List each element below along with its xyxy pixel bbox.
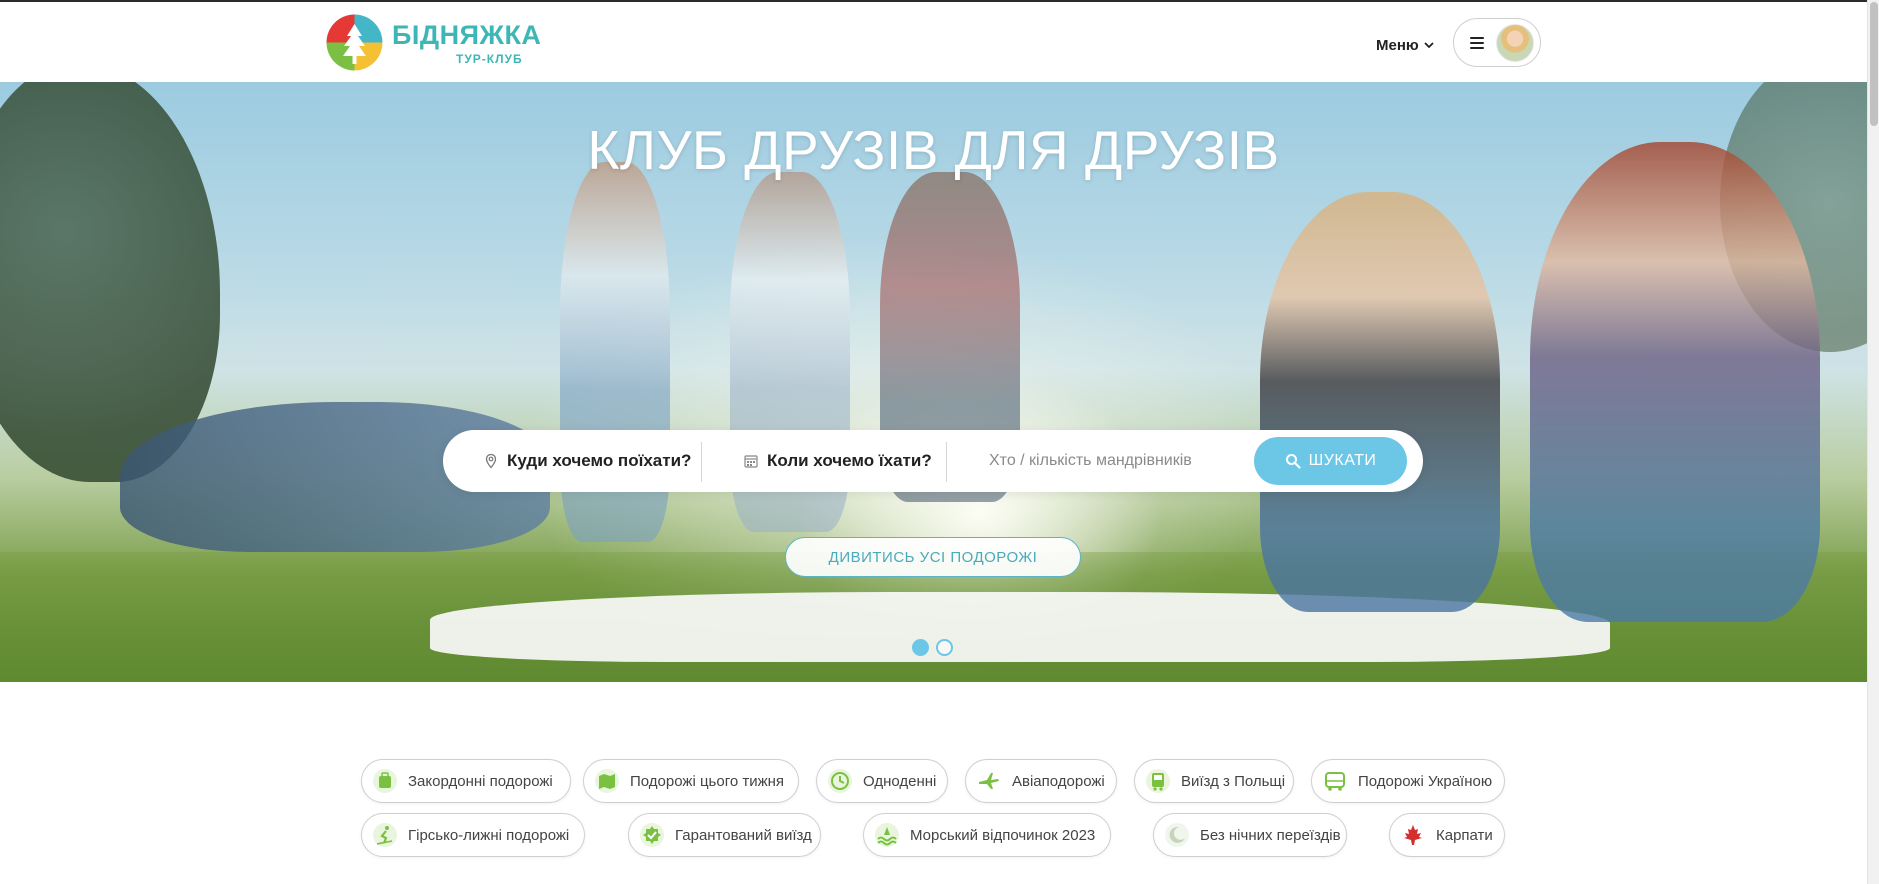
hero-title: КЛУБ ДРУЗІВ ДЛЯ ДРУЗІВ — [587, 119, 1280, 181]
date-field[interactable]: Коли хочемо їхати? — [743, 430, 943, 492]
category-label: Одноденні — [863, 772, 937, 790]
guaranteed-badge-icon — [640, 823, 664, 847]
airplane-icon — [979, 773, 999, 789]
bus-poland-icon — [1146, 769, 1170, 793]
category-chip-carpathians[interactable]: Карпати — [1389, 813, 1505, 857]
slider-dot-1[interactable] — [912, 639, 929, 656]
destination-field[interactable]: Куди хочемо поїхати? — [483, 430, 698, 492]
search-divider — [701, 442, 702, 482]
category-chip-ski[interactable]: Гірсько-лижні подорожі — [361, 813, 585, 857]
location-pin-icon — [485, 453, 497, 469]
category-label: Морський відпочинок 2023 — [910, 826, 1096, 844]
hamburger-icon — [1470, 37, 1484, 49]
page-scrollbar[interactable] — [1867, 0, 1879, 884]
category-label: Карпати — [1436, 826, 1493, 844]
category-label: Виїзд з Польщі — [1181, 772, 1286, 790]
map-calendar-icon — [595, 769, 619, 793]
hero-person-right-2 — [1530, 142, 1820, 622]
logo-mark-icon — [326, 14, 383, 71]
avatar — [1496, 24, 1534, 62]
search-button[interactable]: ШУКАТИ — [1254, 437, 1407, 485]
category-label: Авіаподорожі — [1012, 772, 1105, 790]
slider-dot-2[interactable] — [936, 639, 953, 656]
category-chip-no-night[interactable]: Без нічних переїздів — [1153, 813, 1347, 857]
category-chip-abroad[interactable]: Закордонні подорожі — [361, 759, 571, 803]
category-label: Подорожі Україною — [1358, 772, 1493, 790]
moon-icon — [1165, 823, 1189, 847]
hero-person-right-1 — [1260, 192, 1500, 612]
category-chip-this-week[interactable]: Подорожі цього тижня — [583, 759, 799, 803]
search-button-label: ШУКАТИ — [1308, 452, 1377, 469]
category-chip-one-day[interactable]: Одноденні — [816, 759, 948, 803]
category-chip-ukraine[interactable]: Подорожі Україною — [1311, 759, 1505, 803]
category-chip-guaranteed[interactable]: Гарантований виїзд — [628, 813, 821, 857]
menu-dropdown[interactable]: Меню — [1376, 34, 1435, 56]
trip-categories: Закордонні подорожі Подорожі цього тижня… — [0, 682, 1867, 884]
chevron-down-icon — [1424, 42, 1434, 49]
trip-search-bar: Куди хочемо поїхати? Коли хочемо їхати? … — [443, 430, 1423, 492]
category-label: Подорожі цього тижня — [630, 772, 785, 790]
sea-wave-icon — [875, 823, 899, 847]
category-chip-from-poland[interactable]: Виїзд з Польщі — [1134, 759, 1294, 803]
hero-slider: КЛУБ ДРУЗІВ ДЛЯ ДРУЗІВ Куди хочемо поїха… — [0, 82, 1867, 682]
category-chip-sea[interactable]: Морський відпочинок 2023 — [863, 813, 1111, 857]
skier-icon — [373, 823, 397, 847]
travelers-field[interactable]: Хто / кількість мандрівників — [989, 430, 1234, 492]
category-chip-air[interactable]: Авіаподорожі — [965, 759, 1117, 803]
category-label: Без нічних переїздів — [1200, 826, 1341, 844]
globe-luggage-icon — [373, 769, 397, 793]
calendar-icon — [744, 455, 758, 468]
brand-logo[interactable]: БІДНЯЖКА ТУР-КЛУБ — [326, 14, 541, 72]
destination-label: Куди хочемо поїхати? — [507, 451, 692, 470]
bus-icon — [1325, 772, 1345, 791]
date-label: Коли хочемо їхати? — [767, 451, 932, 470]
menu-label: Меню — [1376, 36, 1419, 54]
scrollbar-thumb[interactable] — [1870, 2, 1878, 126]
one-day-clock-icon — [828, 769, 852, 793]
maple-leaf-icon — [1404, 825, 1422, 845]
search-icon — [1285, 454, 1301, 469]
travelers-placeholder: Хто / кількість мандрівників — [989, 452, 1192, 469]
category-label: Гарантований виїзд — [675, 826, 812, 844]
brand-subtitle: ТУР-КЛУБ — [456, 52, 523, 66]
brand-name: БІДНЯЖКА — [392, 20, 542, 50]
search-divider — [946, 442, 947, 482]
slider-pagination — [912, 639, 953, 657]
site-header: БІДНЯЖКА ТУР-КЛУБ Меню — [0, 2, 1867, 82]
category-label: Гірсько-лижні подорожі — [408, 826, 570, 844]
view-all-trips-button[interactable]: ДИВИТИСЬ УСІ ПОДОРОЖІ — [785, 537, 1081, 577]
category-label: Закордонні подорожі — [408, 772, 553, 790]
user-menu-button[interactable] — [1453, 18, 1541, 67]
